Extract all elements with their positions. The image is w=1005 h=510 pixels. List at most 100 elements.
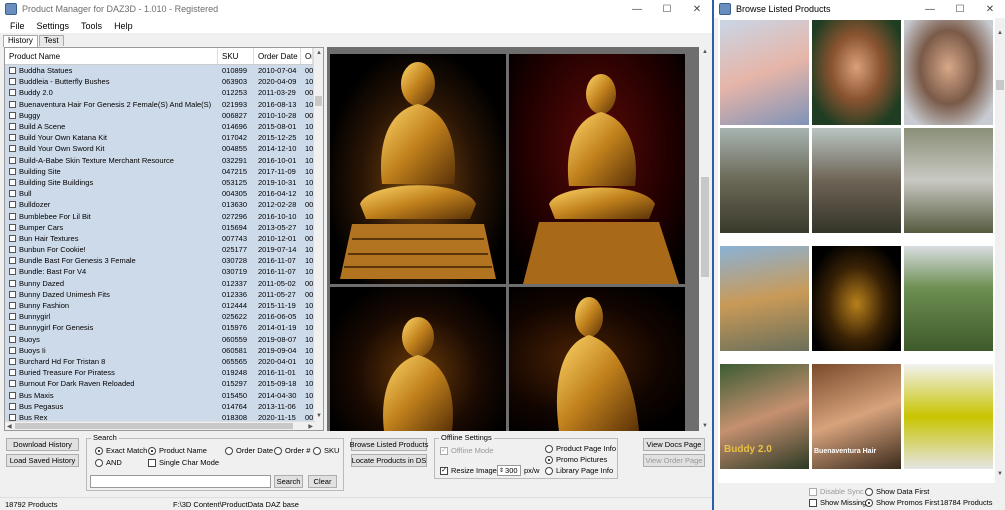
table-row[interactable]: Build A Scene 014696 2015-08-01 10 — [5, 120, 323, 133]
promo-image[interactable] — [509, 287, 685, 431]
table-row[interactable]: Build-A-Babe Skin Texture Merchant Resou… — [5, 154, 323, 166]
table-row[interactable]: Bunny Dazed 012337 2011-05-02 00 — [5, 277, 323, 289]
resize-images-checkbox[interactable]: ✓ Resize Images — [440, 466, 501, 475]
row-checkbox[interactable] — [9, 111, 16, 119]
table-row[interactable]: Buddy 2.0 012253 2011-03-29 00 — [5, 87, 323, 99]
row-checkbox[interactable] — [9, 190, 16, 198]
product-thumbnail[interactable]: Buddy 2.0 — [720, 364, 809, 469]
scroll-up-icon[interactable]: ▲ — [702, 49, 708, 55]
row-checkbox[interactable] — [9, 212, 16, 220]
table-row[interactable]: Bulldozer 013630 2012-02-28 00 — [5, 199, 323, 211]
row-checkbox[interactable] — [9, 391, 16, 399]
table-row[interactable]: Bunnygirl 025622 2016-06-05 10 — [5, 311, 323, 323]
row-checkbox[interactable] — [9, 100, 16, 108]
table-row[interactable]: Buddha Statues 010899 2010-07-04 00 — [5, 65, 323, 77]
table-row[interactable]: Bunbun For Cookie! 025177 2019-07-14 10 — [5, 244, 323, 256]
table-row[interactable]: Bunny Dazed Unimesh Fits 012336 2011-05-27… — [5, 288, 323, 300]
scroll-left-icon[interactable]: ◀ — [7, 423, 12, 430]
product-page-info-radio[interactable]: Product Page Info — [545, 444, 616, 453]
table-row[interactable]: Bundle: Bast For V4 030719 2016-11-07 10 — [5, 266, 323, 278]
maximize-icon[interactable]: ☐ — [652, 0, 682, 18]
row-checkbox[interactable] — [9, 156, 16, 164]
product-thumbnail[interactable] — [720, 246, 809, 351]
order-date-radio[interactable]: Order Date — [225, 446, 273, 455]
disable-sync-checkbox[interactable]: Disable Sync — [809, 487, 864, 496]
row-checkbox[interactable] — [9, 346, 16, 354]
locate-products-in-ds-button[interactable]: Locate Products in DS — [351, 454, 427, 467]
product-thumbnail[interactable] — [720, 20, 809, 125]
table-row[interactable]: Bunnygirl For Genesis 015976 2014-01-19 10 — [5, 322, 323, 334]
row-checkbox[interactable] — [9, 357, 16, 365]
order-number-radio[interactable]: Order # — [274, 446, 310, 455]
row-checkbox[interactable] — [9, 67, 16, 75]
row-checkbox[interactable] — [9, 134, 16, 142]
product-thumbnail[interactable] — [904, 246, 993, 351]
menu-help[interactable]: Help — [114, 21, 133, 31]
table-row[interactable]: Buggy 006827 2010-10-28 00 — [5, 109, 323, 121]
and-radio[interactable]: AND — [95, 458, 122, 467]
row-checkbox[interactable] — [9, 201, 16, 209]
row-checkbox[interactable] — [9, 123, 16, 131]
list-scroll-thumb[interactable] — [315, 96, 322, 106]
row-checkbox[interactable] — [9, 369, 16, 377]
row-checkbox[interactable] — [9, 302, 16, 310]
product-thumbnail[interactable] — [812, 246, 901, 351]
view-docs-page-button[interactable]: View Docs Page — [643, 438, 705, 451]
row-checkbox[interactable] — [9, 402, 16, 410]
row-checkbox[interactable] — [9, 313, 16, 321]
row-checkbox[interactable] — [9, 268, 16, 276]
list-horizontal-scrollbar[interactable]: ◀ ▶ — [5, 421, 315, 430]
table-row[interactable]: Buoys 060559 2019-08-07 10 — [5, 333, 323, 345]
title-bar[interactable]: Product Manager for DAZ3D - 1.010 - Regi… — [0, 0, 712, 18]
tab-test[interactable]: Test — [38, 35, 64, 46]
product-thumbnail[interactable]: Buenaventura Hair — [812, 364, 901, 469]
column-header-order[interactable]: Or — [301, 48, 313, 64]
promo-gallery[interactable]: ▲ ▼ — [327, 47, 711, 431]
table-row[interactable]: Buried Treasure For Piratess 019248 2016-1… — [5, 367, 323, 379]
resize-width-stepper[interactable]: ⇕ 300 — [497, 465, 521, 476]
table-row[interactable]: Bus Maxis 015450 2014-04-30 10 — [5, 389, 323, 401]
table-row[interactable]: Build Your Own Katana Kit 017042 2015-12-2… — [5, 132, 323, 144]
column-header-sku[interactable]: SKU — [218, 48, 254, 64]
table-row[interactable]: Buoys Ii 060581 2019-09-04 10 — [5, 344, 323, 356]
search-button[interactable]: Search — [274, 475, 303, 488]
menu-tools[interactable]: Tools — [81, 21, 102, 31]
view-order-page-button[interactable]: View Order Page — [643, 454, 705, 467]
row-checkbox[interactable] — [9, 78, 16, 86]
show-promos-first-radio[interactable]: Show Promos First — [865, 498, 939, 507]
row-checkbox[interactable] — [9, 223, 16, 231]
row-checkbox[interactable] — [9, 324, 16, 332]
show-missing-checkbox[interactable]: Show Missing — [809, 498, 866, 507]
browse-title-bar[interactable]: Browse Listed Products — ☐ ✕ — [714, 0, 1005, 18]
minimize-icon[interactable]: — — [915, 0, 945, 18]
minimize-icon[interactable]: — — [622, 0, 652, 18]
product-name-radio[interactable]: Product Name — [148, 446, 207, 455]
table-row[interactable]: Bumblebee For Lil Bit 027296 2016-10-10 10 — [5, 210, 323, 222]
download-history-button[interactable]: Download History — [6, 438, 79, 451]
table-row[interactable]: Building Site Buildings 053125 2019-10-31 1… — [5, 176, 323, 189]
scroll-up-icon[interactable]: ▲ — [997, 30, 1003, 36]
table-row[interactable]: Burchard Hd For Tristan 8 065565 2020-04-0… — [5, 355, 323, 368]
row-checkbox[interactable] — [9, 290, 16, 298]
thumbnail-scroll-thumb[interactable] — [996, 80, 1004, 90]
product-thumbnail[interactable] — [904, 128, 993, 233]
stepper-arrows-icon[interactable]: ⇕ — [499, 467, 504, 474]
table-row[interactable]: Bundle Bast For Genesis 3 Female 030728 20… — [5, 255, 323, 267]
scroll-up-icon[interactable]: ▲ — [316, 50, 322, 56]
promo-image[interactable] — [330, 287, 506, 431]
table-row[interactable]: Bunny Fashion 012444 2015-11-19 10 — [5, 299, 323, 312]
column-header-order-date[interactable]: Order Date — [254, 48, 301, 64]
promo-image[interactable] — [330, 54, 506, 284]
column-header-product-name[interactable]: Product Name — [5, 48, 218, 64]
list-vertical-scrollbar[interactable]: ▲ ▼ — [313, 48, 323, 430]
row-checkbox[interactable] — [9, 413, 16, 421]
promo-pictures-radio[interactable]: Promo Pictures — [545, 455, 607, 464]
list-hscroll-thumb[interactable] — [15, 423, 293, 429]
row-checkbox[interactable] — [9, 335, 16, 343]
row-checkbox[interactable] — [9, 279, 16, 287]
sku-radio[interactable]: SKU — [313, 446, 339, 455]
row-checkbox[interactable] — [9, 178, 16, 186]
show-data-first-radio[interactable]: Show Data First — [865, 487, 929, 496]
scroll-down-icon[interactable]: ▼ — [997, 471, 1003, 477]
maximize-icon[interactable]: ☐ — [945, 0, 975, 18]
